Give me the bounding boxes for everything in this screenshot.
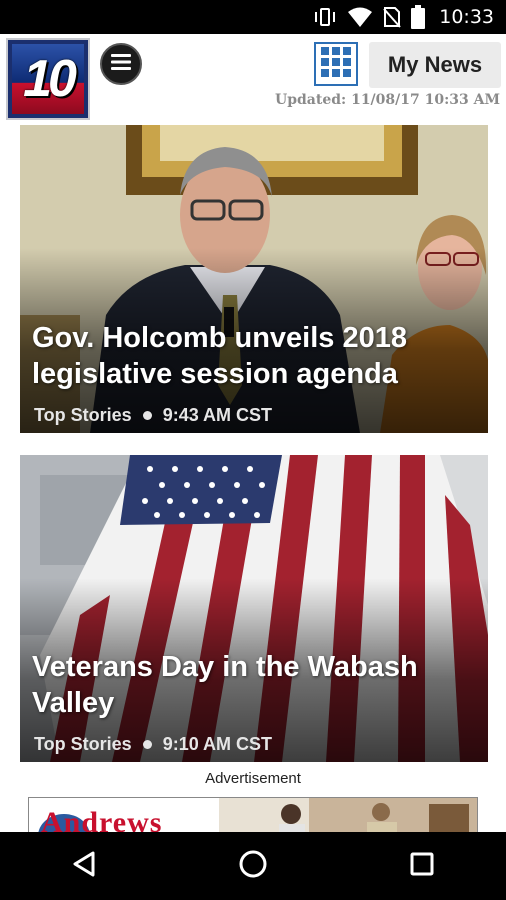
system-nav-bar [0,832,506,900]
ad-banner[interactable]: Andrews [28,797,478,837]
back-icon [71,850,97,883]
story-card[interactable]: Gov. Holcomb unveils 2018 legislative se… [20,125,488,433]
recents-button[interactable] [392,836,452,896]
story-category: Top Stories [34,405,132,425]
story-headline[interactable]: Veterans Day in the Wabash Valley [32,649,476,721]
advertisement-label: Advertisement [205,770,301,787]
updated-timestamp: Updated: 11/08/17 10:33 AM [275,92,500,108]
story-meta: Top Stories 9:10 AM CST [34,734,272,755]
station-logo[interactable]: 10 [6,38,90,120]
separator-dot [142,411,152,420]
recents-icon [409,851,435,882]
clock: 10:33 [439,6,494,28]
back-button[interactable] [54,836,114,896]
story-category: Top Stories [34,734,132,754]
menu-icon [111,53,131,76]
story-time: 9:10 AM CST [162,734,273,754]
menu-button[interactable] [100,43,142,85]
home-icon [238,849,268,884]
story-time: 9:43 AM CST [162,405,273,425]
grid-icon [320,46,352,83]
story-card[interactable]: Veterans Day in the Wabash Valley Top St… [20,455,488,762]
battery-icon [411,5,426,29]
my-news-button[interactable]: My News [369,42,501,88]
logo-text: 10 [23,50,77,108]
no-sim-icon [383,6,401,28]
status-bar: 10:33 [0,0,506,34]
sections-grid-button[interactable] [314,42,358,86]
separator-dot [142,740,152,749]
wifi-icon [347,6,373,28]
story-meta: Top Stories 9:43 AM CST [34,405,272,426]
vibrate-icon [313,6,337,28]
story-headline[interactable]: Gov. Holcomb unveils 2018 legislative se… [32,320,476,392]
app-header: 10 My News Updated: 11/08/17 10:33 AM [0,34,506,122]
home-button[interactable] [223,836,283,896]
